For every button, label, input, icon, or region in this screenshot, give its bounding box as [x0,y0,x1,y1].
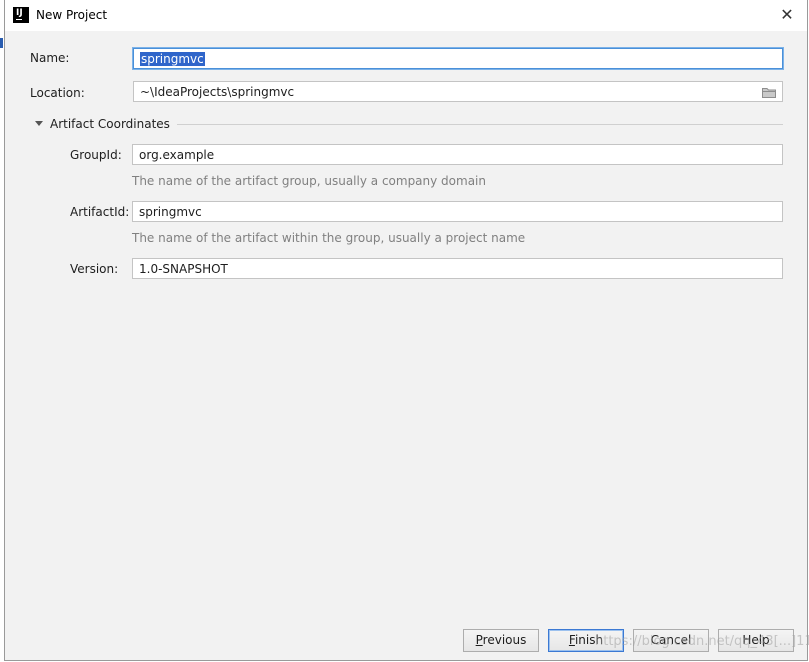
previous-button-mnemonic: P [475,633,483,647]
version-input[interactable]: 1.0-SNAPSHOT [132,258,783,279]
dialog-title: New Project [36,8,108,22]
artifactid-label: ArtifactId: [70,205,130,219]
previous-button-post: revious [482,633,527,647]
artifact-coordinates-label: Artifact Coordinates [50,117,170,131]
help-button-label: Help [742,633,770,647]
version-label: Version: [70,262,119,276]
location-label: Location: [30,86,85,100]
cancel-button-label: Cancel [650,633,692,647]
help-button[interactable]: Help [718,629,794,652]
close-button[interactable]: ✕ [776,4,798,26]
triangle-down-icon [35,121,43,126]
close-icon: ✕ [780,5,794,24]
artifactid-hint: The name of the artifact within the grou… [132,231,526,245]
name-label: Name: [30,51,70,65]
groupid-hint: The name of the artifact group, usually … [132,174,486,188]
name-input[interactable]: springmvc [133,48,783,69]
artifactid-input-value: springmvc [139,205,202,219]
version-input-value: 1.0-SNAPSHOT [139,262,228,276]
title-bar: IJ New Project ✕ [5,0,807,31]
location-input[interactable]: ~\IdeaProjects\springmvc [133,81,783,102]
groupid-label: GroupId: [70,148,122,162]
background-window-mark [0,38,3,48]
groupid-input-value: org.example [139,148,215,162]
artifactid-input[interactable]: springmvc [132,201,783,222]
groupid-input[interactable]: org.example [132,144,783,165]
location-input-value: ~\IdeaProjects\springmvc [140,85,295,99]
cancel-button[interactable]: Cancel [633,629,709,652]
new-project-dialog: IJ New Project ✕ Name: springmvc Locatio… [4,0,809,661]
previous-button[interactable]: Previous [463,629,539,652]
artifact-coordinates-toggle[interactable]: Artifact Coordinates [35,117,170,131]
name-input-value: springmvc [140,52,205,66]
folder-icon[interactable] [762,86,776,98]
intellij-idea-icon: IJ [13,7,29,23]
finish-button-post: inish [574,633,604,647]
finish-button[interactable]: Finish [548,629,624,652]
section-divider [177,124,783,125]
